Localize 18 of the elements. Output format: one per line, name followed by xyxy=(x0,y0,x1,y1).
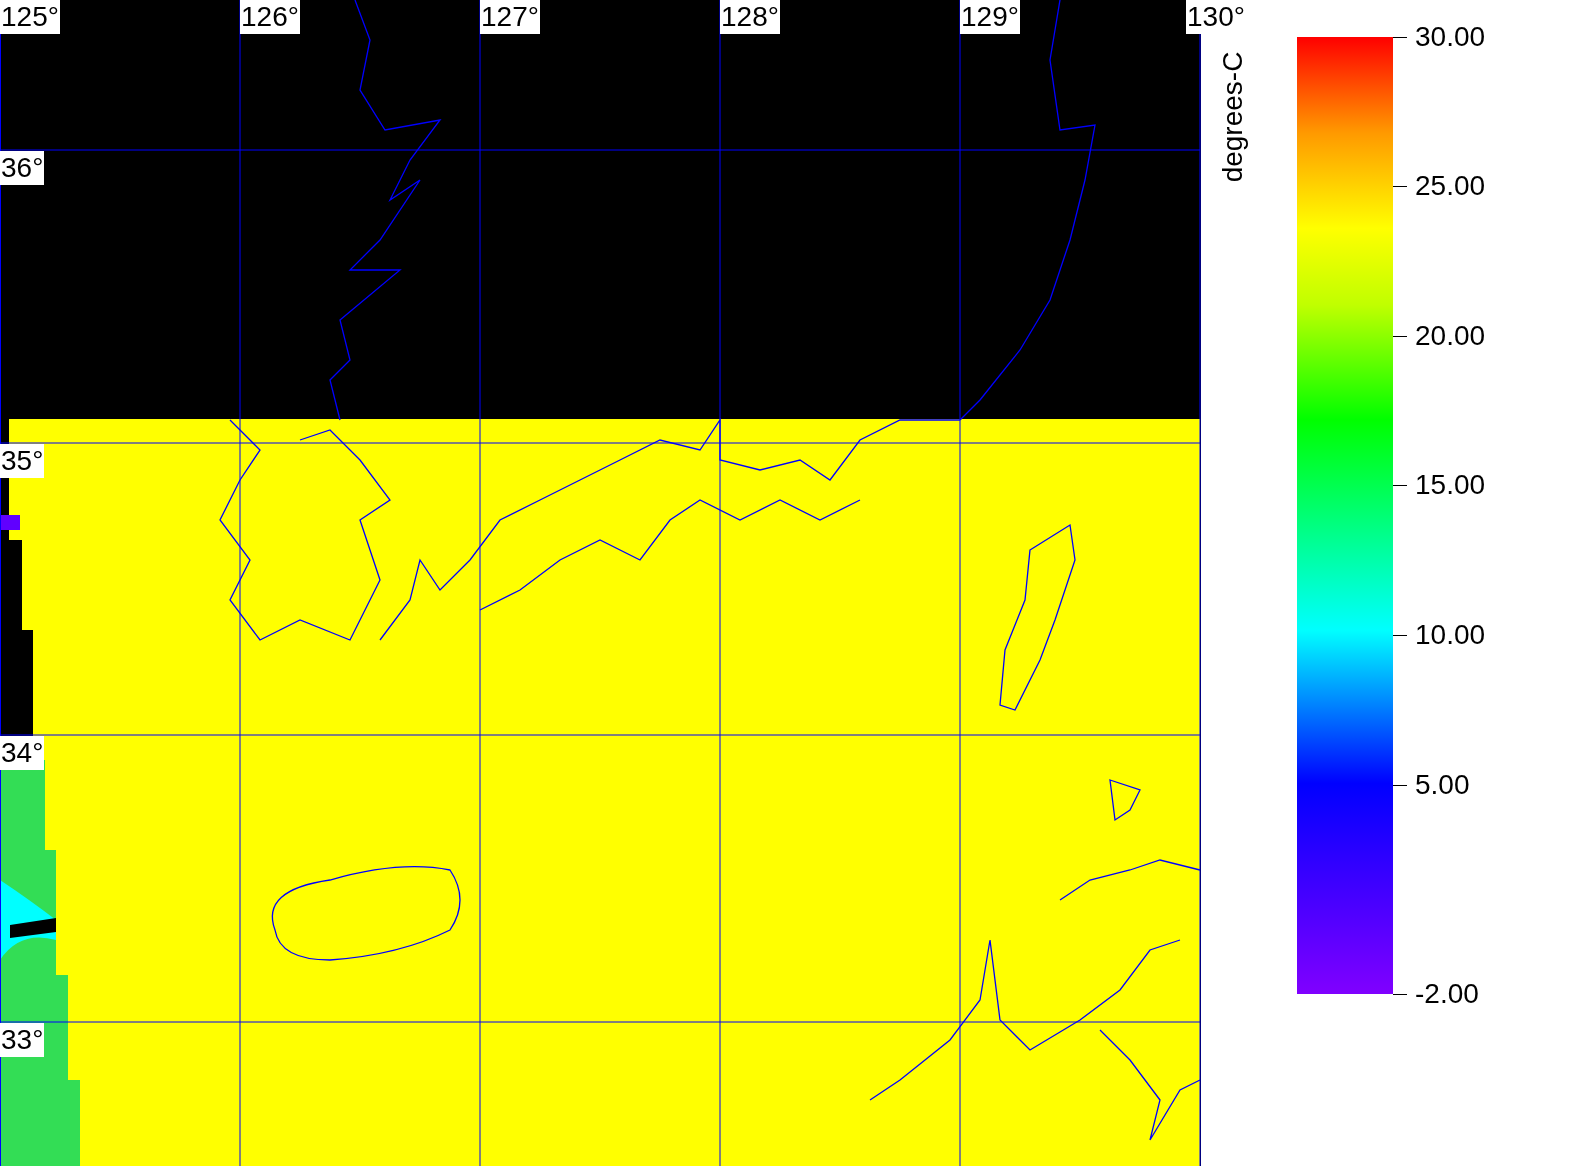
colorbar-tick-label: -2.00 xyxy=(1415,978,1479,1010)
colorbar-tick-label: 10.00 xyxy=(1415,619,1486,651)
latitude-label: 35° xyxy=(0,444,45,478)
longitude-label: 127° xyxy=(480,0,540,34)
latitude-label: 34° xyxy=(0,736,45,770)
colorbar-tick-label: 20.00 xyxy=(1415,320,1486,352)
longitude-label: 130° xyxy=(1186,0,1246,34)
colorbar-unit-label: degrees-C xyxy=(1216,51,1250,183)
latitude-label: 33° xyxy=(0,1023,45,1057)
latitude-label: 36° xyxy=(0,151,45,185)
colorbar-tick-label: 15.00 xyxy=(1415,469,1486,501)
colorbar-tick-label: 5.00 xyxy=(1415,769,1470,801)
longitude-label: 129° xyxy=(960,0,1020,34)
longitude-label: 125° xyxy=(0,0,60,34)
longitude-label: 126° xyxy=(240,0,300,34)
longitude-label: 128° xyxy=(720,0,780,34)
colorbar-tick-label: 30.00 xyxy=(1415,21,1486,53)
colorbar-tick-label: 25.00 xyxy=(1415,170,1486,202)
